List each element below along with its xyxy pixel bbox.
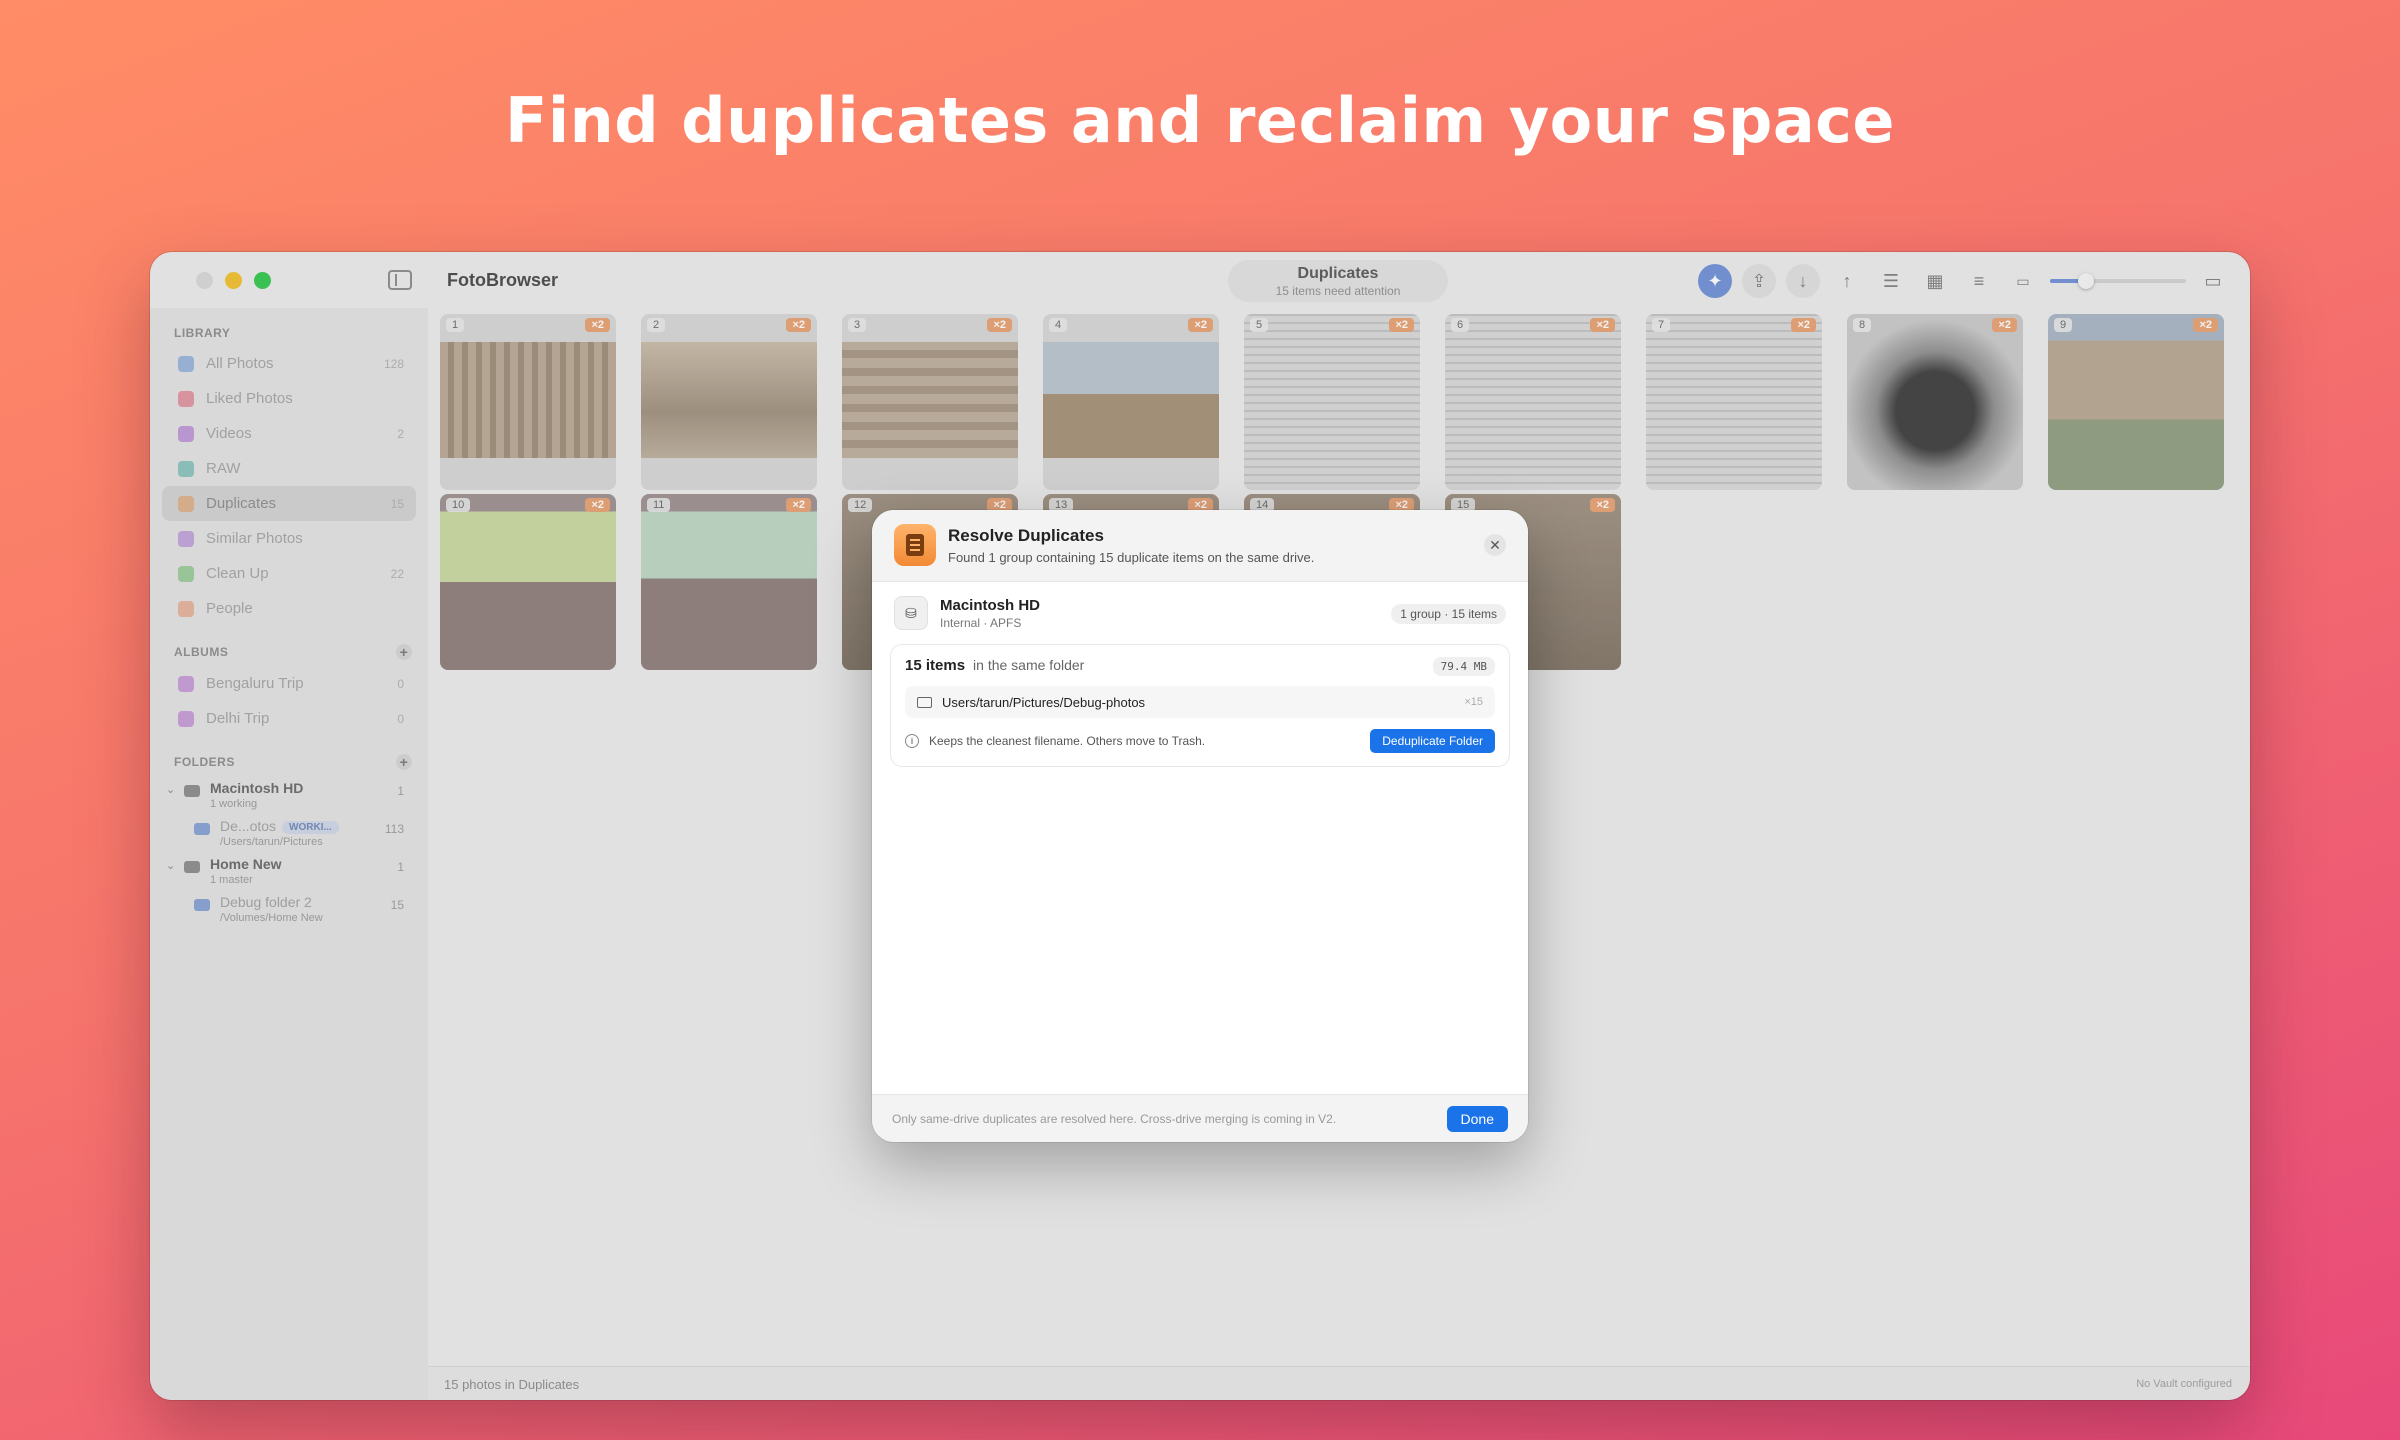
done-button[interactable]: Done [1446, 1106, 1508, 1132]
duplicate-group-card: 15 items in the same folder 79.4 MB User… [890, 644, 1510, 767]
drive-icon: ⛁ [894, 596, 928, 630]
close-icon[interactable]: ✕ [1484, 534, 1506, 556]
info-icon: i [905, 734, 919, 748]
dialog-footer: Only same-drive duplicates are resolved … [872, 1094, 1528, 1142]
drive-name: Macintosh HD [940, 596, 1041, 614]
dialog-header: Resolve Duplicates Found 1 group contain… [872, 510, 1528, 582]
dialog-title: Resolve Duplicates [948, 526, 1104, 545]
dialog-subtitle: Found 1 group containing 15 duplicate it… [948, 550, 1315, 565]
info-text: Keeps the cleanest filename. Others move… [929, 734, 1206, 748]
resolve-duplicates-dialog: Resolve Duplicates Found 1 group contain… [872, 510, 1528, 1142]
folder-path: Users/tarun/Pictures/Debug-photos [942, 694, 1146, 710]
drive-summary-badge: 1 group · 15 items [1391, 604, 1506, 624]
drive-row: ⛁ Macintosh HD Internal · APFS 1 group ·… [890, 582, 1510, 644]
headline: Find duplicates and reclaim your space [505, 84, 1895, 157]
drive-sub: Internal · APFS [940, 615, 1022, 630]
group-size-badge: 79.4 MB [1432, 657, 1495, 676]
dialog-body: ⛁ Macintosh HD Internal · APFS 1 group ·… [872, 582, 1528, 1094]
info-row: i Keeps the cleanest filename. Others mo… [905, 728, 1495, 754]
duplicate-doc-icon [894, 524, 936, 566]
group-label: in the same folder [973, 657, 1085, 673]
folder-path-row[interactable]: Users/tarun/Pictures/Debug-photos ×15 [905, 686, 1495, 718]
footer-note: Only same-drive duplicates are resolved … [892, 1112, 1337, 1126]
group-count: 15 items [905, 657, 966, 674]
folder-icon [917, 696, 932, 708]
path-count: ×15 [1464, 696, 1483, 708]
deduplicate-folder-button[interactable]: Deduplicate Folder [1370, 729, 1495, 753]
